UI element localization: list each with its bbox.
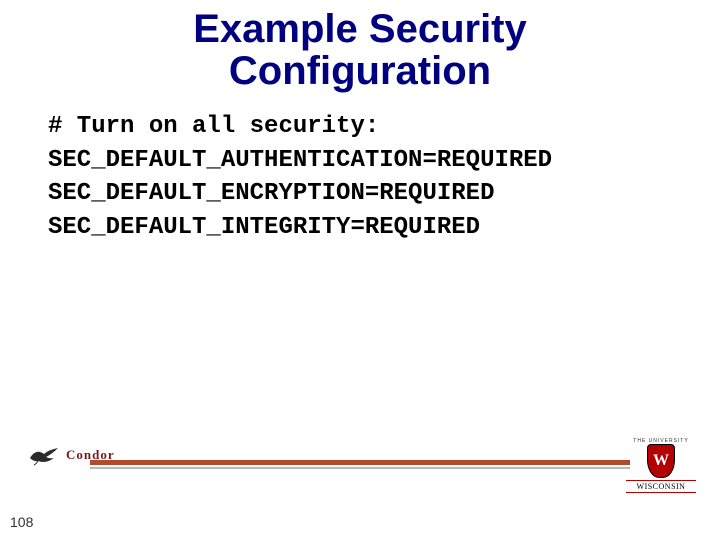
config-line: # Turn on all security: <box>48 110 720 144</box>
wisconsin-logo: THE UNIVERSITY W WISCONSIN <box>626 438 696 493</box>
config-line: SEC_DEFAULT_ENCRYPTION=REQUIRED <box>48 177 720 211</box>
config-line: SEC_DEFAULT_AUTHENTICATION=REQUIRED <box>48 144 720 178</box>
crest-icon: W <box>647 444 675 478</box>
wisconsin-top-text: THE UNIVERSITY <box>626 438 696 444</box>
crest-letter: W <box>653 452 669 470</box>
rule-gray <box>90 467 630 469</box>
slide: Example Security Configuration # Turn on… <box>0 0 720 540</box>
footer-rule <box>90 460 630 469</box>
wisconsin-label: WISCONSIN <box>626 480 696 493</box>
title-line-1: Example Security <box>193 7 527 51</box>
slide-footer: Condor THE UNIVERSITY W WISCONSIN <box>0 438 720 498</box>
eagle-icon <box>28 444 62 466</box>
title-line-2: Configuration <box>229 49 491 93</box>
rule-red <box>90 460 630 465</box>
config-line: SEC_DEFAULT_INTEGRITY=REQUIRED <box>48 211 720 245</box>
config-code-block: # Turn on all security: SEC_DEFAULT_AUTH… <box>48 110 720 244</box>
slide-number: 108 <box>10 514 33 530</box>
slide-title: Example Security Configuration <box>0 0 720 92</box>
